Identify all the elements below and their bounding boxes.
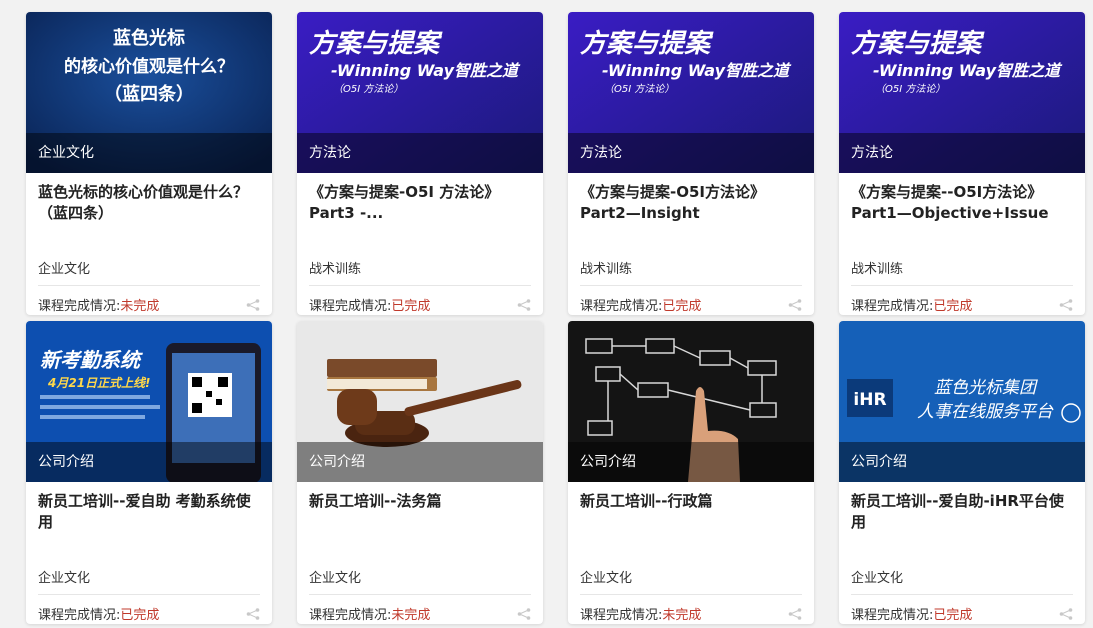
status-row: 课程完成情况:未完成: [38, 295, 260, 314]
category-overlay: 公司介绍: [26, 442, 272, 482]
status-value: 已完成: [120, 608, 160, 623]
course-card[interactable]: 方案与提案 -Winning Way智胜之道 （O5I 方法论） 方法论 《方案…: [297, 12, 543, 315]
status-value: 未完成: [662, 608, 702, 623]
status-value: 已完成: [933, 299, 973, 314]
status-row: 课程完成情况:已完成: [580, 295, 802, 314]
course-title[interactable]: 《方案与提案-O5I 方法论》 Part3 -...: [309, 182, 531, 248]
course-thumbnail[interactable]: 公司介绍: [568, 321, 814, 482]
course-thumbnail[interactable]: 方案与提案 -Winning Way智胜之道 （O5I 方法论） 方法论: [839, 12, 1085, 173]
course-card[interactable]: 方案与提案 -Winning Way智胜之道 （O5I 方法论） 方法论 《方案…: [839, 12, 1085, 315]
status-row: 课程完成情况:已完成: [851, 604, 1073, 623]
status-value: 已完成: [662, 299, 702, 314]
share-icon[interactable]: [788, 607, 802, 620]
status-text: 课程完成情况:已完成: [38, 604, 159, 623]
course-card[interactable]: 公司介绍 新员工培训--行政篇 企业文化 课程完成情况:未完成: [568, 321, 814, 624]
course-title[interactable]: 新员工培训--法务篇: [309, 491, 531, 557]
status-label: 课程完成情况:: [580, 299, 663, 314]
category-overlay: 公司介绍: [297, 442, 543, 482]
svg-text:（O5I 方法论）: （O5I 方法论）: [333, 83, 403, 95]
course-tag: 战术训练: [580, 258, 802, 286]
status-value: 已完成: [391, 299, 431, 314]
course-title[interactable]: 新员工培训--爱自助-iHR平台使用: [851, 491, 1073, 557]
status-text: 课程完成情况:未完成: [309, 604, 430, 623]
course-tag: 企业文化: [309, 567, 531, 595]
svg-text:-Winning Way智胜之道: -Winning Way智胜之道: [331, 61, 521, 80]
status-text: 课程完成情况:未完成: [38, 295, 159, 314]
course-thumbnail[interactable]: 蓝色光标 的核心价值观是什么？ （蓝四条） 企业文化: [26, 12, 272, 173]
svg-text:（O5I 方法论）: （O5I 方法论）: [604, 83, 674, 95]
course-tag: 企业文化: [851, 567, 1073, 595]
course-grid: 蓝色光标 的核心价值观是什么？ （蓝四条） 企业文化 蓝色光标的核心价值观是什么…: [26, 12, 1085, 624]
course-title[interactable]: 《方案与提案--O5I方法论》 Part1—Objective+Issue: [851, 182, 1073, 248]
status-label: 课程完成情况:: [309, 608, 392, 623]
status-row: 课程完成情况:已完成: [851, 295, 1073, 314]
course-tag: 战术训练: [851, 258, 1073, 286]
course-title[interactable]: 《方案与提案-O5I方法论》 Part2—Insight: [580, 182, 802, 248]
course-title[interactable]: 蓝色光标的核心价值观是什么？（蓝四条）: [38, 182, 260, 248]
status-value: 未完成: [391, 608, 431, 623]
course-thumbnail[interactable]: 方案与提案 -Winning Way智胜之道 （O5I 方法论） 方法论: [568, 12, 814, 173]
status-value: 已完成: [933, 608, 973, 623]
share-icon[interactable]: [246, 607, 260, 620]
course-thumbnail[interactable]: 方案与提案 -Winning Way智胜之道 （O5I 方法论） 方法论: [297, 12, 543, 173]
svg-text:-Winning Way智胜之道: -Winning Way智胜之道: [602, 61, 792, 80]
course-thumbnail[interactable]: iHR 蓝色光标集团 人事在线服务平台 公司介绍: [839, 321, 1085, 482]
category-overlay: 方法论: [297, 133, 543, 173]
category-overlay: 公司介绍: [568, 442, 814, 482]
svg-text:蓝色光标集团: 蓝色光标集团: [934, 378, 1038, 398]
course-card[interactable]: 方案与提案 -Winning Way智胜之道 （O5I 方法论） 方法论 《方案…: [568, 12, 814, 315]
status-row: 课程完成情况:已完成: [38, 604, 260, 623]
svg-text:方案与提案: 方案与提案: [309, 29, 443, 59]
category-overlay: 公司介绍: [839, 442, 1085, 482]
svg-text:（蓝四条）: （蓝四条）: [104, 83, 194, 105]
status-row: 课程完成情况:未完成: [580, 604, 802, 623]
share-icon[interactable]: [788, 298, 802, 311]
svg-text:蓝色光标: 蓝色光标: [113, 27, 185, 49]
svg-text:的核心价值观是什么？: 的核心价值观是什么？: [64, 56, 234, 77]
svg-text:新考勤系统: 新考勤系统: [40, 348, 143, 372]
status-text: 课程完成情况:未完成: [580, 604, 701, 623]
svg-text:-Winning Way智胜之道: -Winning Way智胜之道: [873, 61, 1063, 80]
status-value: 未完成: [120, 299, 160, 314]
status-row: 课程完成情况:未完成: [309, 604, 531, 623]
svg-text:人事在线服务平台: 人事在线服务平台: [917, 402, 1054, 422]
course-tag: 企业文化: [38, 567, 260, 595]
status-text: 课程完成情况:已完成: [851, 604, 972, 623]
status-label: 课程完成情况:: [38, 299, 121, 314]
status-label: 课程完成情况:: [38, 608, 121, 623]
category-overlay: 方法论: [839, 133, 1085, 173]
share-icon[interactable]: [1059, 607, 1073, 620]
share-icon[interactable]: [517, 607, 531, 620]
course-card[interactable]: iHR 蓝色光标集团 人事在线服务平台 公司介绍 新员工培训--爱自助-iHR平…: [839, 321, 1085, 624]
svg-text:方案与提案: 方案与提案: [580, 29, 714, 59]
svg-text:iHR: iHR: [853, 390, 886, 410]
status-text: 课程完成情况:已完成: [851, 295, 972, 314]
course-thumbnail[interactable]: 公司介绍: [297, 321, 543, 482]
status-label: 课程完成情况:: [851, 299, 934, 314]
svg-text:4月21日正式上线!: 4月21日正式上线!: [47, 376, 151, 390]
category-overlay: 企业文化: [26, 133, 272, 173]
svg-text:（O5I 方法论）: （O5I 方法论）: [875, 83, 945, 95]
status-label: 课程完成情况:: [580, 608, 663, 623]
course-card[interactable]: 公司介绍 新员工培训--法务篇 企业文化 课程完成情况:未完成: [297, 321, 543, 624]
status-row: 课程完成情况:已完成: [309, 295, 531, 314]
course-tag: 企业文化: [580, 567, 802, 595]
share-icon[interactable]: [1059, 298, 1073, 311]
course-tag: 战术训练: [309, 258, 531, 286]
share-icon[interactable]: [517, 298, 531, 311]
svg-text:方案与提案: 方案与提案: [851, 29, 985, 59]
course-title[interactable]: 新员工培训--行政篇: [580, 491, 802, 557]
status-text: 课程完成情况:已完成: [309, 295, 430, 314]
course-card[interactable]: 蓝色光标 的核心价值观是什么？ （蓝四条） 企业文化 蓝色光标的核心价值观是什么…: [26, 12, 272, 315]
course-card[interactable]: 新考勤系统 4月21日正式上线! 公司介绍 新员工培训--爱自助 考勤系统使用 …: [26, 321, 272, 624]
course-thumbnail[interactable]: 新考勤系统 4月21日正式上线! 公司介绍: [26, 321, 272, 482]
status-label: 课程完成情况:: [309, 299, 392, 314]
course-title[interactable]: 新员工培训--爱自助 考勤系统使用: [38, 491, 260, 557]
share-icon[interactable]: [246, 298, 260, 311]
category-overlay: 方法论: [568, 133, 814, 173]
status-text: 课程完成情况:已完成: [580, 295, 701, 314]
course-tag: 企业文化: [38, 258, 260, 286]
status-label: 课程完成情况:: [851, 608, 934, 623]
